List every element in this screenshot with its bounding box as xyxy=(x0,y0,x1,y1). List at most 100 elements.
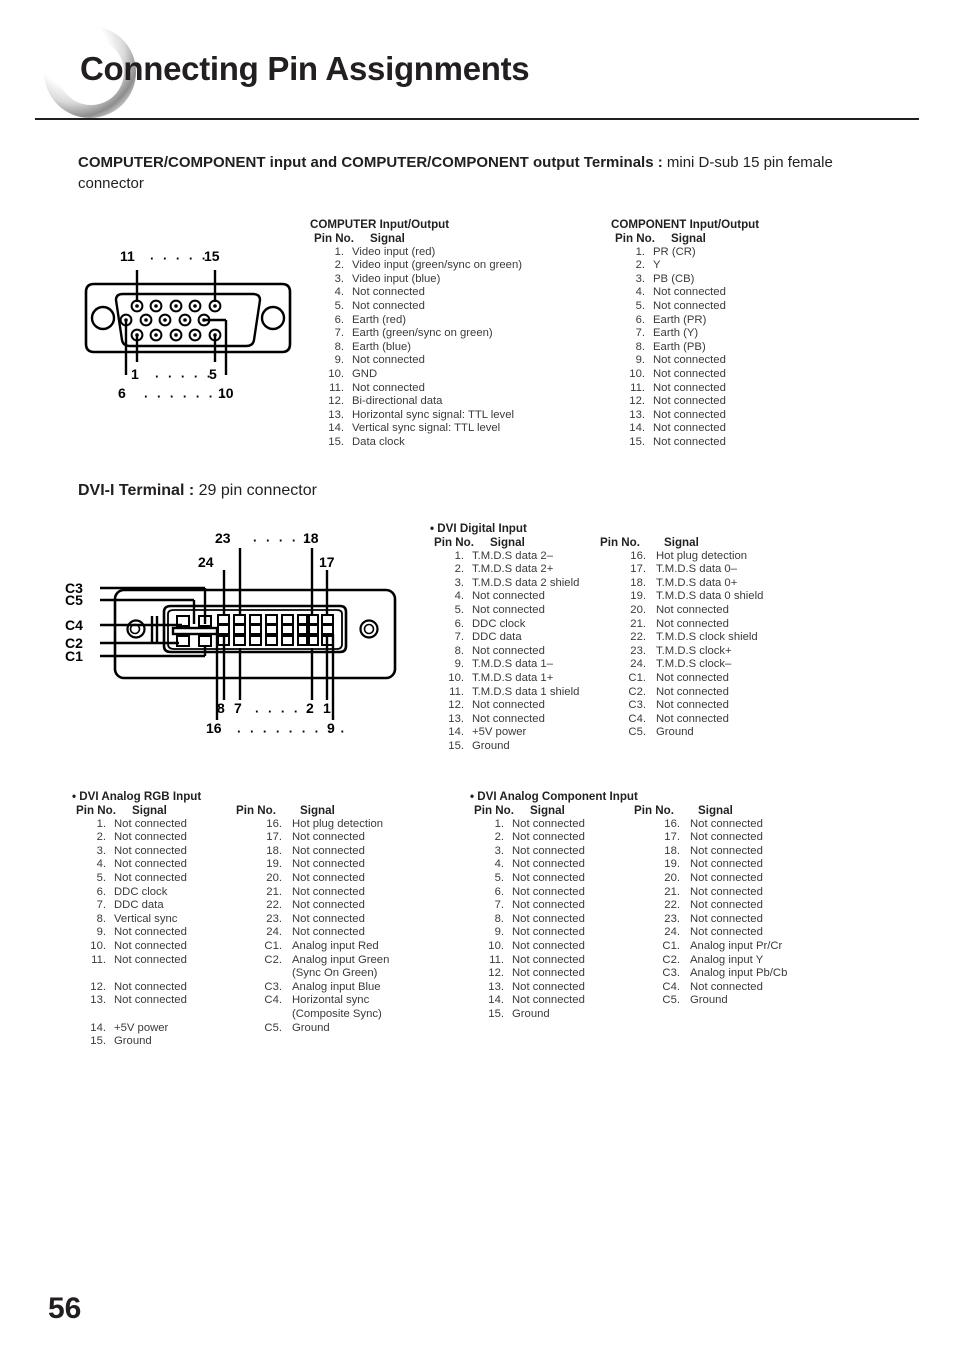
pin-no: 1. xyxy=(96,817,106,830)
pin-no: 4. xyxy=(96,858,106,871)
page-title: Connecting Pin Assignments xyxy=(80,50,530,87)
pin-no: 2. xyxy=(494,831,504,844)
table-row: 13. Not connected xyxy=(72,994,252,1008)
table-row: 11. Not connected xyxy=(310,382,522,396)
table-row: 7. DDC data xyxy=(72,899,252,913)
pin-signal: Y xyxy=(653,259,661,272)
pin-signal: T.M.D.S data 0+ xyxy=(656,576,738,589)
pin-signal: T.M.D.S data 1+ xyxy=(472,672,554,685)
dvi-digital-right-rows: 16. Hot plug detection 17. T.M.D.S data 0–… xyxy=(616,550,763,754)
pin-signal: Earth (PR) xyxy=(653,313,707,326)
component-io-title: COMPONENT Input/Output xyxy=(611,218,760,231)
table-row: 3. Not connected xyxy=(72,845,252,859)
title-divider xyxy=(35,118,919,120)
pin-no: 22. xyxy=(630,631,646,644)
table-row: 2. Y xyxy=(611,259,759,273)
pin-signal: Vertical sync signal: TTL level xyxy=(352,422,501,435)
pin-signal: Not connected xyxy=(114,994,187,1007)
table-row: 9. Not connected xyxy=(470,926,650,940)
table-row: 5. Not connected xyxy=(72,872,252,886)
pin-no: 13. xyxy=(90,994,106,1007)
pin-signal: DDC clock xyxy=(114,885,168,898)
table-row: 22. Not connected xyxy=(650,899,787,913)
table-row: 4. Not connected xyxy=(430,590,616,604)
pin-no: 1. xyxy=(334,245,344,258)
pin-no: 3. xyxy=(96,844,106,857)
dvi-label-2: 2 xyxy=(306,700,314,716)
dvi-label-c5: C5 xyxy=(65,592,83,608)
table-row: C3. Analog input Blue xyxy=(252,981,389,995)
pin-signal: Ground xyxy=(656,726,694,739)
table-row: C1. Not connected xyxy=(616,672,763,686)
dsub-dots-mid: · · · · · xyxy=(155,369,214,384)
dvi-analog-rgb-col-signal: Signal xyxy=(132,804,167,818)
dvi-terminal-heading-bold: DVI-I Terminal : xyxy=(78,482,195,499)
table-row: C5. Ground xyxy=(252,1022,389,1036)
pin-signal: Earth (PB) xyxy=(653,340,706,353)
dvi-digital-body: 1. T.M.D.S data 2– 2. T.M.D.S data 2+ 3. T.… xyxy=(430,550,763,754)
dvi-digital-input-table: • DVI Digital Input Pin No. Signal Pin N… xyxy=(430,522,763,754)
pin-signal: Not connected xyxy=(472,712,545,725)
pin-signal: Not connected xyxy=(114,926,187,939)
pin-no: 18. xyxy=(630,576,646,589)
table-row: 10. Not connected xyxy=(470,940,650,954)
pin-no: 9. xyxy=(96,926,106,939)
pin-no: 8. xyxy=(454,644,464,657)
dsub-label-6: 6 xyxy=(118,385,126,401)
pin-no: 10. xyxy=(488,940,504,953)
table-row: 12. Bi-directional data xyxy=(310,395,522,409)
table-row: 5. Not connected xyxy=(310,300,522,314)
pin-no: 9. xyxy=(494,926,504,939)
pin-signal: T.M.D.S clock+ xyxy=(656,644,732,657)
pin-no: 1. xyxy=(494,817,504,830)
pin-signal: Not connected xyxy=(292,844,365,857)
pin-signal: Analog input Green xyxy=(292,953,390,966)
table-row: 12. Not connected xyxy=(430,699,616,713)
dvi-analog-component-col-signal2: Signal xyxy=(698,804,733,818)
pin-no: C4. xyxy=(264,994,282,1007)
pin-no: 11. xyxy=(91,953,106,966)
dvi-analog-component-header-row: Pin No. Signal Pin No. Signal xyxy=(470,804,787,818)
dvi-digital-left-rows: 1. T.M.D.S data 2– 2. T.M.D.S data 2+ 3. T.… xyxy=(430,550,616,754)
pin-no: 17. xyxy=(630,563,646,576)
pin-signal: Not connected xyxy=(690,858,763,871)
dvi-analog-component-title: • DVI Analog Component Input xyxy=(470,790,638,803)
pin-signal: Not connected xyxy=(690,844,763,857)
dvi-label-23: 23 xyxy=(215,530,231,546)
table-row: 8. Not connected xyxy=(430,645,616,659)
table-row: C4. Not connected xyxy=(616,713,763,727)
pin-signal: Analog input Pr/Cr xyxy=(690,940,783,953)
pin-no: 9. xyxy=(334,354,344,367)
component-io-header-row: Pin No. Signal xyxy=(611,232,759,246)
pin-signal: Not connected xyxy=(352,286,425,299)
pin-no: 8. xyxy=(494,912,504,925)
pin-no: 6. xyxy=(494,885,504,898)
pin-signal: T.M.D.S data 2 shield xyxy=(472,576,580,589)
table-row: C5. Ground xyxy=(616,726,763,740)
pin-signal: Earth (blue) xyxy=(352,340,412,353)
pin-signal: Not connected xyxy=(653,286,726,299)
pin-no: C3. xyxy=(264,980,282,993)
pin-no: 5. xyxy=(635,300,645,313)
dvi-analog-rgb-title: • DVI Analog RGB Input xyxy=(72,790,202,803)
pin-no: 14. xyxy=(448,726,464,739)
table-row: C4. Horizontal sync xyxy=(252,994,389,1008)
pin-signal: Video input (green/sync on green) xyxy=(352,259,522,272)
dsub-label-10: 10 xyxy=(218,385,234,401)
table-row: 23. Not connected xyxy=(252,913,389,927)
pin-no: 19. xyxy=(630,590,646,603)
pin-signal: Ground xyxy=(292,1021,330,1034)
pin-signal: Not connected xyxy=(512,926,585,939)
dsub-label-1: 1 xyxy=(131,366,139,382)
dsub-dots-bottom: · · · · · · · xyxy=(144,389,229,404)
pin-no: 22. xyxy=(664,899,680,912)
pin-signal: Not connected xyxy=(114,844,187,857)
table-row: 24. T.M.D.S clock– xyxy=(616,658,763,672)
pin-signal-continuation: (Sync On Green) xyxy=(292,967,378,980)
table-row: 7. Earth (green/sync on green) xyxy=(310,327,522,341)
pin-no: 2. xyxy=(96,831,106,844)
component-io-table: COMPONENT Input/Output Pin No. Signal 1.… xyxy=(611,218,759,450)
table-row: 15. Ground xyxy=(72,1035,252,1049)
table-row: 9. T.M.D.S data 1– xyxy=(430,658,616,672)
table-row: 19. Not connected xyxy=(252,858,389,872)
